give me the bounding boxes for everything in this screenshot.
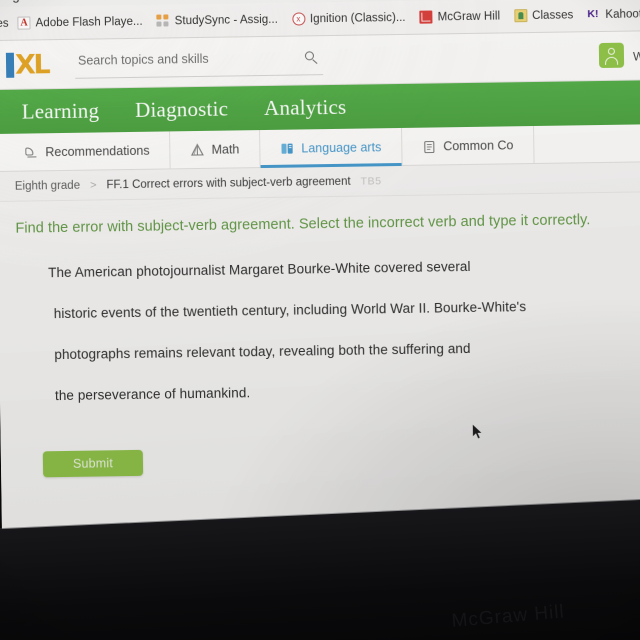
- user-avatar-icon[interactable]: [598, 42, 625, 69]
- ixl-logo-text: XL: [14, 48, 49, 81]
- submit-button[interactable]: Submit: [42, 449, 144, 478]
- search-box[interactable]: [74, 48, 324, 79]
- screen-reflection-text: McGraw Hill: [450, 601, 566, 632]
- bookmark-item-classes[interactable]: Classes: [507, 2, 581, 29]
- open-book-icon: [280, 141, 294, 155]
- tab-label: Recommendations: [45, 143, 150, 159]
- mouse-pointer-icon: [471, 423, 484, 441]
- bookmark-item-ignition[interactable]: Ignition (Classic)...: [285, 4, 413, 32]
- ignition-icon: [291, 12, 306, 26]
- photo-of-screen: ela/grade-8/correct-errors-with-subject-…: [0, 0, 640, 640]
- tab-label: Math: [211, 141, 240, 157]
- bookmark-label: Ignition (Classic)...: [309, 11, 406, 25]
- tab-language-arts[interactable]: Language arts: [260, 127, 403, 168]
- bookmark-item-kahoot[interactable]: Kahoot: [580, 1, 640, 28]
- search-icon[interactable]: [305, 51, 320, 66]
- ixl-logo-bar: [5, 52, 15, 78]
- tab-common-core[interactable]: Common Co: [401, 126, 535, 165]
- studysync-icon: [156, 14, 170, 27]
- bookmark-item-cut-off[interactable]: es: [0, 17, 11, 29]
- classes-icon: [514, 9, 528, 23]
- recommendations-icon: [24, 145, 38, 159]
- bookmark-item-studysync[interactable]: StudySync - Assig...: [150, 6, 286, 34]
- question-prompt: Find the error with subject-verb agreeme…: [15, 212, 591, 237]
- breadcrumb-grade[interactable]: Eighth grade: [15, 179, 80, 192]
- tab-math[interactable]: Math: [170, 130, 261, 169]
- ixl-logo[interactable]: XL: [5, 48, 49, 81]
- breadcrumb-separator: >: [89, 179, 97, 192]
- kahoot-icon: [587, 8, 600, 21]
- bookmark-label: Adobe Flash Playe...: [35, 15, 143, 29]
- passage-line[interactable]: the perseverance of humankind.: [50, 378, 617, 427]
- bookmark-label: Classes: [532, 8, 574, 22]
- tab-label: Language arts: [301, 139, 382, 155]
- adobe-flash-player-icon: [17, 16, 31, 30]
- breadcrumb-skill-code: TB5: [360, 174, 382, 188]
- math-pyramid-icon: [190, 142, 205, 156]
- nav-item-analytics[interactable]: Analytics: [246, 94, 365, 121]
- user-name-label: W: [632, 49, 640, 64]
- search-input[interactable]: [77, 50, 289, 68]
- nav-item-learning[interactable]: Learning: [4, 98, 118, 125]
- question-passage[interactable]: The American photojournalist Margaret Bo…: [48, 255, 616, 427]
- bookmark-label: McGraw Hill: [437, 9, 501, 23]
- bookmark-item-mcgraw-hill[interactable]: McGraw Hill: [412, 3, 507, 30]
- bookmark-label: Kahoot: [605, 7, 640, 21]
- bookmark-label: StudySync - Assig...: [174, 13, 279, 27]
- nav-item-diagnostic[interactable]: Diagnostic: [117, 96, 246, 123]
- breadcrumb-skill: FF.1 Correct errors with subject-verb ag…: [106, 175, 351, 191]
- tab-label: Common Co: [443, 137, 514, 153]
- tab-recommendations[interactable]: Recommendations: [0, 131, 171, 171]
- mcgraw-hill-icon: [419, 10, 433, 24]
- clipboard-icon: [422, 139, 436, 153]
- bookmark-item-adobe-flash-player[interactable]: Adobe Flash Playe...: [10, 8, 149, 36]
